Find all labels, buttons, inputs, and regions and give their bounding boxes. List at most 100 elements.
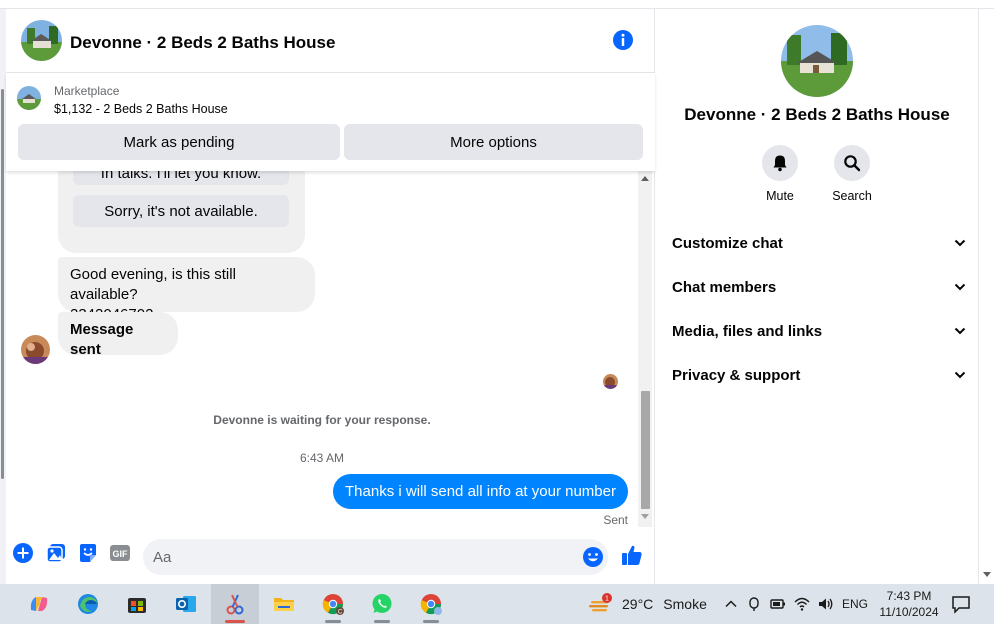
scroll-thumb[interactable] xyxy=(641,391,650,509)
more-options-button[interactable]: More options xyxy=(344,124,643,160)
gif-icon[interactable]: GIF xyxy=(109,542,131,564)
scroll-down-arrow[interactable] xyxy=(641,514,649,519)
chevron-down-icon xyxy=(954,327,966,335)
quick-reply-not-available[interactable]: Sorry, it's not available. xyxy=(73,195,289,227)
chat-title[interactable]: Devonne · 2 Beds 2 Baths House xyxy=(70,33,335,53)
gif-label: GIF xyxy=(113,549,129,559)
chrome-icon xyxy=(420,594,442,615)
listing-title[interactable]: $1,132 - 2 Beds 2 Baths House xyxy=(54,102,228,116)
chat-avatar[interactable] xyxy=(21,20,62,61)
search-action[interactable]: Search xyxy=(822,145,882,203)
scroll-up-arrow[interactable] xyxy=(641,176,649,181)
weather-condition: Smoke xyxy=(663,596,707,612)
section-label: Media, files and links xyxy=(672,322,823,340)
right-scrollbar[interactable] xyxy=(978,9,994,584)
system-tray: ENG xyxy=(724,584,868,624)
language-indicator[interactable]: ENG xyxy=(842,597,868,611)
search-button[interactable] xyxy=(834,145,870,181)
chat-details-panel: Devonne · 2 Beds 2 Baths House Mute Sear… xyxy=(656,9,978,584)
section-privacy-support[interactable]: Privacy & support xyxy=(672,357,966,393)
edge-app[interactable] xyxy=(64,584,112,624)
wifi-icon[interactable] xyxy=(794,596,810,612)
thumbs-up-icon[interactable] xyxy=(620,543,644,567)
outlook-app[interactable] xyxy=(162,584,210,624)
section-label: Chat members xyxy=(672,278,777,296)
chevron-down-icon xyxy=(954,371,966,379)
section-customize-chat[interactable]: Customize chat xyxy=(672,225,966,261)
whatsapp-icon xyxy=(372,594,392,613)
windows-taskbar: C 1 29°C Smoke ENG 7:43 PM 11/10/2024 xyxy=(0,584,994,624)
smoke-weather-icon: 1 xyxy=(589,593,612,612)
battery-icon[interactable] xyxy=(770,596,786,612)
info-icon[interactable] xyxy=(612,29,634,51)
message-line: Message sent xyxy=(70,321,134,358)
chevron-up-icon[interactable] xyxy=(724,597,738,611)
messages-scrollbar[interactable] xyxy=(638,171,652,527)
sender-avatar[interactable] xyxy=(21,335,50,364)
section-media-files-links[interactable]: Media, files and links xyxy=(672,313,966,349)
bell-icon xyxy=(773,155,787,172)
search-label: Search xyxy=(832,189,872,203)
marketplace-listing-card[interactable]: Marketplace $1,132 - 2 Beds 2 Baths Hous… xyxy=(6,73,655,171)
search-icon xyxy=(844,155,861,172)
volume-icon[interactable] xyxy=(818,596,834,612)
waiting-notice: Devonne is waiting for your response. xyxy=(213,413,431,427)
listing-thumbnail[interactable] xyxy=(17,86,41,110)
snipping-tool-icon xyxy=(226,594,244,615)
chevron-down-icon xyxy=(954,239,966,247)
listing-source: Marketplace xyxy=(54,84,120,98)
section-chat-members[interactable]: Chat members xyxy=(672,269,966,305)
read-receipt-avatar xyxy=(603,374,618,389)
chat-panel: Devonne · 2 Beds 2 Baths House Marketpla… xyxy=(6,9,655,584)
message-list[interactable]: In talks. I'll let you know. Sorry, it's… xyxy=(6,171,638,527)
svg-text:C: C xyxy=(338,610,343,616)
details-avatar[interactable] xyxy=(781,25,853,97)
section-label: Privacy & support xyxy=(672,366,801,384)
store-icon xyxy=(128,598,146,613)
whatsapp-app[interactable] xyxy=(358,584,406,624)
chevron-down-icon xyxy=(954,283,966,291)
plus-circle-icon[interactable] xyxy=(12,542,34,564)
incoming-message[interactable]: Message sent xyxy=(58,312,178,358)
weather-badge: 1 xyxy=(605,596,609,603)
sticker-icon[interactable] xyxy=(77,542,99,564)
quick-replies-bubble: In talks. I'll let you know. Sorry, it's… xyxy=(58,171,305,253)
image-icon[interactable] xyxy=(45,542,67,564)
message-line: Good evening, is this still available? xyxy=(70,266,236,303)
message-timestamp: 6:43 AM xyxy=(299,451,345,465)
scroll-down-arrow[interactable] xyxy=(983,572,991,577)
mute-button[interactable] xyxy=(762,145,798,181)
incoming-message[interactable]: Good evening, is this still available? 2… xyxy=(58,257,315,323)
chrome-profile-icon: C xyxy=(322,594,344,616)
clock[interactable]: 7:43 PM 11/10/2024 xyxy=(876,588,942,620)
section-label: Customize chat xyxy=(672,234,783,252)
edge-icon xyxy=(78,594,98,614)
file-explorer-app[interactable] xyxy=(260,584,308,624)
outlook-icon xyxy=(176,596,196,612)
mark-as-pending-button[interactable]: Mark as pending xyxy=(18,124,340,160)
file-explorer-icon xyxy=(274,598,294,611)
meet-now-icon[interactable] xyxy=(746,596,762,612)
store-app[interactable] xyxy=(113,584,161,624)
chrome-app[interactable] xyxy=(407,584,455,624)
mute-label: Mute xyxy=(766,189,794,203)
weather-widget[interactable]: 1 29°C Smoke xyxy=(588,584,707,624)
sent-status: Sent xyxy=(603,513,628,527)
mute-action[interactable]: Mute xyxy=(750,145,810,203)
chrome-profile-app[interactable]: C xyxy=(309,584,357,624)
snipping-tool-app[interactable] xyxy=(211,584,259,624)
chat-header: Devonne · 2 Beds 2 Baths House xyxy=(6,9,655,73)
outgoing-message[interactable]: Thanks i will send all info at your numb… xyxy=(333,474,628,509)
clock-date: 11/10/2024 xyxy=(879,605,939,619)
emoji-icon[interactable] xyxy=(582,546,604,568)
copilot-app[interactable] xyxy=(15,584,63,624)
clock-time: 7:43 PM xyxy=(886,589,932,603)
details-title: Devonne · 2 Beds 2 Baths House xyxy=(684,105,950,124)
temperature: 29°C xyxy=(622,596,654,612)
left-scrollbar-thumb[interactable] xyxy=(1,89,4,479)
notification-icon[interactable] xyxy=(950,593,972,615)
window-top-strip xyxy=(0,0,994,9)
quick-reply-in-talks[interactable]: In talks. I'll let you know. xyxy=(73,171,289,185)
copilot-icon xyxy=(30,597,48,611)
message-input[interactable] xyxy=(143,539,608,575)
